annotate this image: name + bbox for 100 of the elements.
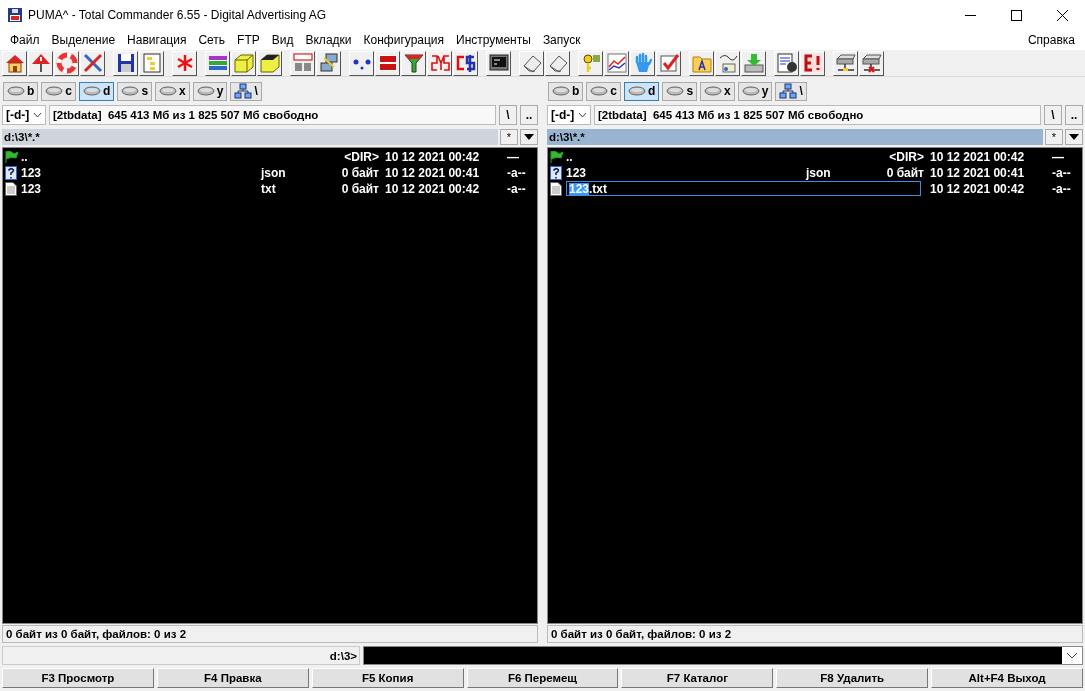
filter-icon[interactable] bbox=[401, 50, 426, 76]
flag-icon bbox=[550, 151, 564, 163]
dropdown-button[interactable] bbox=[1065, 128, 1083, 145]
drive-button[interactable]: c bbox=[41, 81, 77, 101]
menu-item[interactable]: Сеть bbox=[192, 33, 232, 47]
file-date: 10 12 2021 00:41 bbox=[930, 166, 1026, 180]
lifebuoy-icon[interactable] bbox=[54, 50, 79, 76]
dots-icon[interactable] bbox=[349, 50, 374, 76]
eraser-icon[interactable] bbox=[519, 50, 544, 76]
parent-button[interactable]: .. bbox=[520, 105, 538, 125]
function-key-button[interactable]: F5 Копия bbox=[311, 668, 464, 688]
drive-icon[interactable] bbox=[859, 50, 884, 76]
document-icon[interactable] bbox=[774, 50, 799, 76]
drive-button[interactable]: y bbox=[192, 81, 228, 101]
close-icon bbox=[1056, 9, 1068, 21]
drive-icon bbox=[83, 86, 102, 96]
menu-item[interactable]: Файл bbox=[4, 33, 46, 47]
dropdown-button[interactable] bbox=[520, 128, 538, 145]
text-file-icon bbox=[5, 182, 17, 196]
menu-item[interactable]: Инструменты bbox=[450, 33, 537, 47]
asterisk-icon[interactable] bbox=[172, 50, 197, 76]
ftp-icon[interactable] bbox=[290, 50, 315, 76]
menu-item[interactable]: FTP bbox=[231, 33, 266, 47]
file-name[interactable]: 123 bbox=[566, 166, 806, 180]
tools-icon[interactable] bbox=[80, 50, 105, 76]
menu-item[interactable]: Навигация bbox=[121, 33, 193, 47]
tree-icon[interactable] bbox=[139, 50, 164, 76]
cube-icon[interactable] bbox=[257, 50, 282, 76]
cube-icon[interactable] bbox=[231, 50, 256, 76]
file-size: <DIR> bbox=[888, 150, 925, 164]
folder-icon[interactable] bbox=[689, 50, 714, 76]
drive-icon bbox=[741, 86, 760, 96]
file-name[interactable]: 123 bbox=[21, 182, 261, 196]
text-file-icon bbox=[550, 182, 562, 196]
question-file-icon bbox=[5, 166, 17, 180]
menu-item[interactable]: Выделение bbox=[45, 33, 122, 47]
file-name[interactable]: .. bbox=[21, 150, 261, 164]
drive-button[interactable]: d bbox=[624, 81, 660, 101]
warning-sign-icon[interactable] bbox=[28, 50, 53, 76]
history-button[interactable]: * bbox=[500, 128, 518, 145]
eraser-icon[interactable] bbox=[545, 50, 570, 76]
function-key-button[interactable]: F3 Просмотр bbox=[2, 668, 154, 688]
file-size: 0 байт bbox=[340, 182, 380, 196]
window-title: PUMA^ - Total Commander 6.55 - Digital Advertising AG bbox=[28, 8, 328, 22]
drive-icon bbox=[704, 86, 723, 96]
menu-item[interactable]: Справка bbox=[1021, 33, 1081, 47]
hand-icon[interactable] bbox=[630, 50, 655, 76]
drive-button[interactable]: d bbox=[79, 81, 115, 101]
parent-button[interactable]: .. bbox=[1065, 105, 1083, 125]
drive-button[interactable]: x bbox=[155, 81, 190, 101]
function-key-button[interactable]: F4 Правка bbox=[156, 668, 309, 688]
root-button[interactable]: \ bbox=[499, 105, 517, 125]
dollar-icon[interactable] bbox=[453, 50, 478, 76]
file-extension: json bbox=[806, 166, 832, 180]
chevron-down-icon bbox=[1062, 647, 1082, 664]
file-extension: json bbox=[261, 166, 287, 180]
drive-button[interactable]: c bbox=[586, 81, 622, 101]
function-key-button[interactable]: Alt+F4 Выход bbox=[931, 668, 1083, 688]
drive-button[interactable]: \ bbox=[230, 81, 262, 101]
checkmark-icon[interactable] bbox=[656, 50, 681, 76]
function-key-button[interactable]: F7 Каталог bbox=[621, 668, 774, 688]
path-bar: d:\3\*.* bbox=[2, 128, 498, 145]
books-icon[interactable] bbox=[205, 50, 230, 76]
chart-icon[interactable] bbox=[604, 50, 629, 76]
exe-icon[interactable] bbox=[375, 50, 400, 76]
history-button[interactable]: * bbox=[1045, 128, 1063, 145]
function-key-button[interactable]: F8 Удалить bbox=[776, 668, 929, 688]
drive-button[interactable]: b bbox=[3, 81, 39, 101]
drive-button[interactable]: \ bbox=[775, 81, 807, 101]
free-space-label: [2tbdata] 645 413 Мб из 1 825 507 Мб свободно bbox=[594, 105, 1041, 125]
function-key-button[interactable]: F6 Перемещ bbox=[466, 668, 619, 688]
file-name[interactable]: .. bbox=[566, 150, 806, 164]
drive-icon[interactable] bbox=[833, 50, 858, 76]
menu-item[interactable]: Вкладки bbox=[299, 33, 358, 47]
console-icon[interactable] bbox=[486, 50, 511, 76]
house-icon[interactable] bbox=[2, 50, 27, 76]
free-space-label: [2tbdata] 645 413 Мб из 1 825 507 Мб свободно bbox=[49, 105, 496, 125]
drive-button[interactable]: y bbox=[737, 81, 773, 101]
file-name[interactable]: 123 bbox=[21, 166, 261, 180]
sys-icon[interactable] bbox=[427, 50, 452, 76]
menu-item[interactable]: Конфигурация bbox=[357, 33, 451, 47]
drive-dropdown[interactable]: [-d-] bbox=[2, 105, 46, 125]
exclamation-icon[interactable] bbox=[800, 50, 825, 76]
notes-icon[interactable] bbox=[715, 50, 740, 76]
root-button[interactable]: \ bbox=[1044, 105, 1062, 125]
file-size: <DIR> bbox=[343, 150, 380, 164]
download-icon[interactable] bbox=[741, 50, 766, 76]
network-icon[interactable] bbox=[316, 50, 341, 76]
drive-icon bbox=[196, 86, 215, 96]
drive-button[interactable]: s bbox=[662, 81, 698, 101]
file-extension: txt bbox=[261, 182, 277, 196]
drive-button[interactable]: x bbox=[700, 81, 735, 101]
key-icon[interactable] bbox=[578, 50, 603, 76]
drive-button[interactable]: s bbox=[117, 81, 153, 101]
drive-dropdown[interactable]: [-d-] bbox=[547, 105, 591, 125]
drive-button[interactable]: b bbox=[548, 81, 584, 101]
menu-item[interactable]: Запуск bbox=[536, 33, 587, 47]
menu-item[interactable]: Вид bbox=[265, 33, 300, 47]
status-bar: 0 байт из 0 байт, файлов: 0 из 2 bbox=[2, 625, 538, 643]
drive-icon bbox=[590, 86, 609, 96]
